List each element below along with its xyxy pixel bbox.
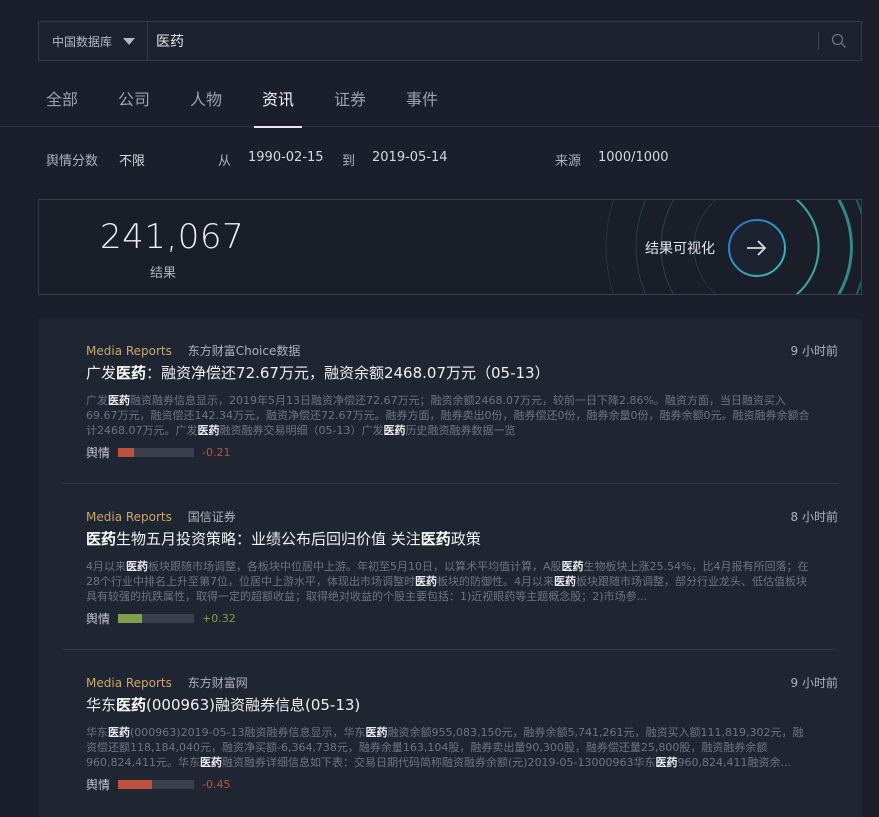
visualize-results-button[interactable] [727,218,787,278]
list-item[interactable]: Media Reports 国信证券 8 小时前 医药生物五月投资策略：业绩公布… [62,508,838,638]
sentiment-bar-fill [118,447,134,457]
result-meta: Media Reports 国信证券 [86,508,236,525]
sentiment-row: 舆情 -0.21 [86,445,231,460]
search-button[interactable] [831,22,861,60]
results-list: Media Reports 东方财富Choice数据 9 小时前 广发医药：融资… [38,319,862,817]
tab-securities[interactable]: 证券 [334,76,366,127]
sentiment-value: +0.32 [202,611,236,625]
result-title[interactable]: 广发医药：融资净偿还72.67万元，融资余额2468.07万元（05-13） [86,362,550,383]
result-summary: 241,067 结果 结果可视化 [38,199,862,295]
sentiment-bar-fill [118,613,142,623]
sentiment-bar-fill [118,779,152,789]
result-source[interactable]: 东方财富Choice数据 [188,344,301,358]
tab-all[interactable]: 全部 [46,76,78,127]
list-divider [62,483,838,484]
date-to-value[interactable]: 2019-05-14 [372,150,448,165]
search-input[interactable] [148,22,818,60]
category-tabs: 全部 公司 人物 资讯 证券 事件 [0,76,879,128]
sentiment-value: -0.21 [202,445,231,459]
sentiment-label: 舆情 [86,611,111,626]
result-snippet: 华东医药(000963)2019-05-13融资融券信息显示，华东医药融资余额9… [86,726,804,769]
filter-bar: 舆情分数 不限 从 1990-02-15 到 2019-05-14 来源 100… [0,150,879,170]
result-source[interactable]: 东方财富网 [188,676,248,690]
result-time: 9 小时前 [790,344,838,358]
tab-news[interactable]: 资讯 [254,76,302,128]
score-filter-value[interactable]: 不限 [119,150,145,169]
result-snippet: 广发医药融资融券信息显示，2019年5月13日融资净偿还72.67万元；融资余额… [86,394,810,437]
result-count: 241,067 [100,217,245,257]
sentiment-value: -0.45 [202,777,231,791]
search-icon [831,33,846,48]
visualize-results-label[interactable]: 结果可视化 [645,238,715,258]
sentiment-row: 舆情 -0.45 [86,777,231,792]
sentiment-bar [118,779,194,789]
tab-company[interactable]: 公司 [118,76,150,127]
result-title[interactable]: 医药生物五月投资策略：业绩公布后回归价值 关注医药政策 [86,528,481,549]
result-time: 9 小时前 [790,676,838,690]
tab-people[interactable]: 人物 [190,76,222,127]
caret-down-icon [123,37,136,45]
list-divider [62,649,838,650]
result-snippet: 4月以来医药板块跟随市场调整，各板块中位居中上游。年初至5月10日，以算术平均值… [86,560,809,603]
date-from-label: 从 [218,154,232,169]
date-from-value[interactable]: 1990-02-15 [248,150,324,165]
result-time: 8 小时前 [790,510,838,524]
database-select[interactable]: 中国数据库 [39,22,148,60]
sentiment-bar [118,613,194,623]
sentiment-label: 舆情 [86,445,111,460]
result-category: Media Reports [86,510,172,524]
result-category: Media Reports [86,676,172,690]
database-select-label: 中国数据库 [52,34,113,49]
result-count-label: 结果 [150,266,177,281]
search-divider [818,32,819,50]
list-item[interactable]: Media Reports 东方财富Choice数据 9 小时前 广发医药：融资… [62,342,838,472]
sentiment-label: 舆情 [86,777,111,792]
list-item[interactable]: Media Reports 东方财富网 9 小时前 华东医药(000963)融资… [62,674,838,804]
result-source[interactable]: 国信证券 [188,510,236,524]
result-meta: Media Reports 东方财富网 [86,674,248,691]
result-category: Media Reports [86,344,172,358]
date-to-label: 到 [342,154,356,169]
score-filter-label: 舆情分数 [46,154,99,169]
tab-events[interactable]: 事件 [406,76,438,127]
search-bar: 中国数据库 [38,21,862,61]
source-filter-label: 来源 [555,154,582,169]
source-filter-value[interactable]: 1000/1000 [598,150,669,165]
sentiment-row: 舆情 +0.32 [86,611,236,626]
result-title[interactable]: 华东医药(000963)融资融券信息(05-13) [86,694,360,715]
result-meta: Media Reports 东方财富Choice数据 [86,342,300,359]
sentiment-bar [118,447,194,457]
